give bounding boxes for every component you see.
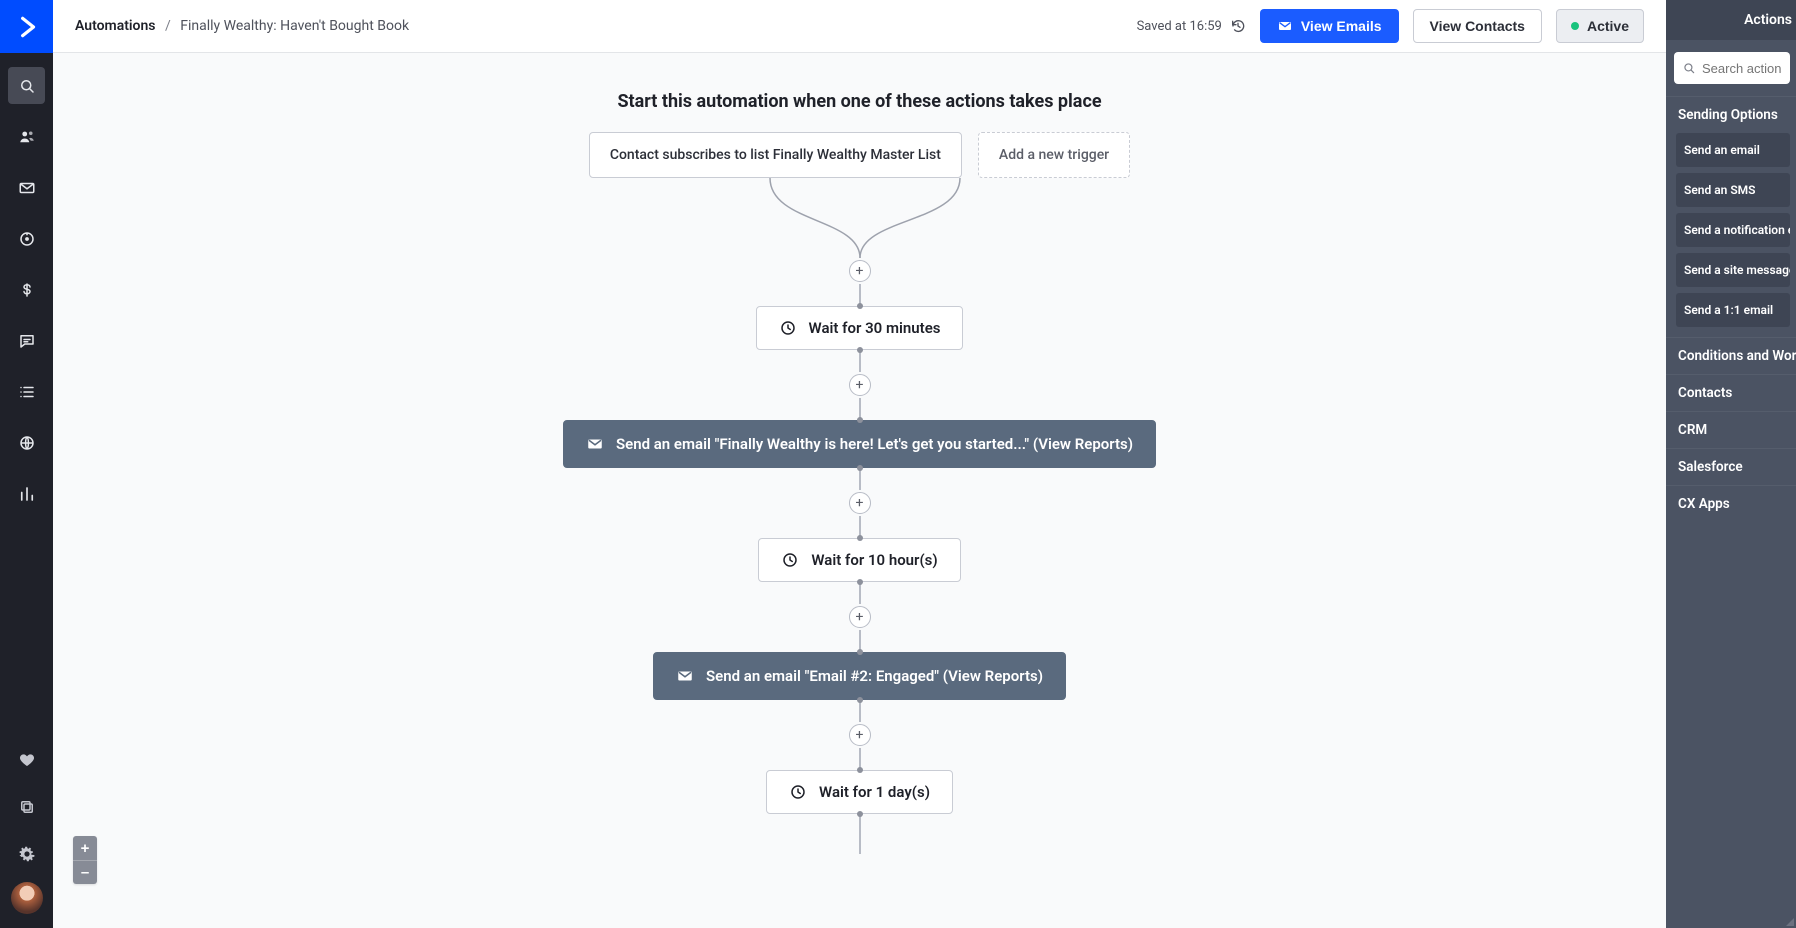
wait-30-label: Wait for 30 minutes bbox=[809, 319, 941, 337]
wait-10h-label: Wait for 10 hour(s) bbox=[811, 551, 937, 569]
email-node-1[interactable]: Send an email "Finally Wealthy is here! … bbox=[563, 420, 1156, 468]
add-trigger-button[interactable]: Add a new trigger bbox=[978, 132, 1130, 178]
nav-reports[interactable] bbox=[8, 475, 45, 512]
automation-canvas[interactable]: Start this automation when one of these … bbox=[53, 53, 1666, 928]
nav-automations[interactable] bbox=[8, 220, 45, 257]
actions-search[interactable] bbox=[1674, 52, 1790, 84]
search-icon bbox=[1682, 61, 1696, 75]
section-conditions[interactable]: Conditions and Workflow bbox=[1666, 337, 1796, 374]
section-crm[interactable]: CRM bbox=[1666, 411, 1796, 448]
chat-icon bbox=[18, 332, 36, 350]
globe-icon bbox=[18, 434, 36, 452]
email-node-2[interactable]: Send an email "Email #2: Engaged" (View … bbox=[653, 652, 1066, 700]
left-nav bbox=[0, 0, 53, 928]
add-step-button[interactable] bbox=[849, 724, 871, 746]
action-send-email[interactable]: Send an email bbox=[1676, 133, 1790, 167]
trigger-node[interactable]: Contact subscribes to list Finally Wealt… bbox=[589, 132, 962, 178]
status-button[interactable]: Active bbox=[1556, 9, 1644, 43]
contacts-icon bbox=[18, 128, 36, 146]
app-logo[interactable] bbox=[0, 0, 53, 53]
add-step-button[interactable] bbox=[849, 492, 871, 514]
breadcrumb-root[interactable]: Automations bbox=[75, 18, 156, 34]
section-contacts[interactable]: Contacts bbox=[1666, 374, 1796, 411]
zoom-controls: + – bbox=[73, 836, 97, 884]
envelope-icon bbox=[586, 435, 604, 453]
copy-icon bbox=[18, 798, 36, 816]
status-dot-icon bbox=[1571, 22, 1579, 30]
automation-icon bbox=[18, 230, 36, 248]
actions-panel: Actions Sending Options Send an email Se… bbox=[1666, 0, 1796, 928]
history-icon[interactable] bbox=[1230, 18, 1246, 34]
envelope-icon bbox=[1277, 18, 1293, 34]
clock-icon bbox=[781, 551, 799, 569]
nav-conversations[interactable] bbox=[8, 322, 45, 359]
envelope-icon bbox=[18, 179, 36, 197]
zoom-in-button[interactable]: + bbox=[73, 836, 97, 860]
heart-icon bbox=[18, 751, 36, 769]
envelope-icon bbox=[676, 667, 694, 685]
wait-node-30min[interactable]: Wait for 30 minutes bbox=[756, 306, 964, 350]
view-emails-label: View Emails bbox=[1301, 18, 1382, 34]
sending-options-list: Send an email Send an SMS Send a notific… bbox=[1666, 133, 1796, 337]
nav-search[interactable] bbox=[8, 67, 45, 104]
action-send-sms[interactable]: Send an SMS bbox=[1676, 173, 1790, 207]
nav-deals[interactable] bbox=[8, 271, 45, 308]
dollar-icon bbox=[18, 281, 36, 299]
section-salesforce[interactable]: Salesforce bbox=[1666, 448, 1796, 485]
breadcrumb: Automations / Finally Wealthy: Haven't B… bbox=[75, 18, 409, 34]
section-sending-options[interactable]: Sending Options bbox=[1666, 96, 1796, 133]
zoom-out-button[interactable]: – bbox=[73, 860, 97, 884]
canvas-heading: Start this automation when one of these … bbox=[617, 91, 1101, 112]
wait-node-10h[interactable]: Wait for 10 hour(s) bbox=[758, 538, 960, 582]
action-send-notification[interactable]: Send a notification email bbox=[1676, 213, 1790, 247]
view-contacts-button[interactable]: View Contacts bbox=[1413, 9, 1542, 43]
user-avatar[interactable] bbox=[11, 882, 43, 914]
list-icon bbox=[18, 383, 36, 401]
email1-label: Send an email "Finally Wealthy is here! … bbox=[616, 435, 1133, 453]
add-step-button[interactable] bbox=[849, 260, 871, 282]
add-step-button[interactable] bbox=[849, 606, 871, 628]
email2-label: Send an email "Email #2: Engaged" (View … bbox=[706, 667, 1043, 685]
nav-settings[interactable] bbox=[8, 835, 45, 872]
actions-panel-title: Actions bbox=[1666, 0, 1796, 40]
nav-lists[interactable] bbox=[8, 373, 45, 410]
wait-1d-label: Wait for 1 day(s) bbox=[819, 783, 930, 801]
gear-icon bbox=[18, 845, 36, 863]
nav-site[interactable] bbox=[8, 424, 45, 461]
clock-icon bbox=[779, 319, 797, 337]
section-cxapps[interactable]: CX Apps bbox=[1666, 485, 1796, 522]
merge-connector bbox=[700, 178, 1020, 258]
chevron-right-logo-icon bbox=[14, 14, 40, 40]
action-send-1to1[interactable]: Send a 1:1 email bbox=[1676, 293, 1790, 327]
saved-status: Saved at 16:59 bbox=[1137, 18, 1246, 34]
nav-contacts[interactable] bbox=[8, 118, 45, 155]
trigger-label: Contact subscribes to list Finally Wealt… bbox=[610, 147, 941, 163]
search-icon bbox=[18, 77, 36, 95]
clock-icon bbox=[789, 783, 807, 801]
view-contacts-label: View Contacts bbox=[1430, 18, 1525, 34]
topbar: Automations / Finally Wealthy: Haven't B… bbox=[53, 0, 1666, 53]
status-label: Active bbox=[1587, 18, 1629, 34]
action-send-site-message[interactable]: Send a site message bbox=[1676, 253, 1790, 287]
saved-label: Saved at 16:59 bbox=[1137, 19, 1222, 34]
resize-notch-icon bbox=[1786, 918, 1794, 926]
add-step-button[interactable] bbox=[849, 374, 871, 396]
view-emails-button[interactable]: View Emails bbox=[1260, 9, 1399, 43]
add-trigger-label: Add a new trigger bbox=[999, 147, 1109, 163]
nav-favorites[interactable] bbox=[8, 741, 45, 778]
breadcrumb-current: Finally Wealthy: Haven't Bought Book bbox=[180, 18, 409, 34]
reports-icon bbox=[18, 485, 36, 503]
nav-campaigns[interactable] bbox=[8, 169, 45, 206]
wait-node-1d[interactable]: Wait for 1 day(s) bbox=[766, 770, 953, 814]
actions-search-input[interactable] bbox=[1702, 61, 1782, 76]
nav-copy[interactable] bbox=[8, 788, 45, 825]
